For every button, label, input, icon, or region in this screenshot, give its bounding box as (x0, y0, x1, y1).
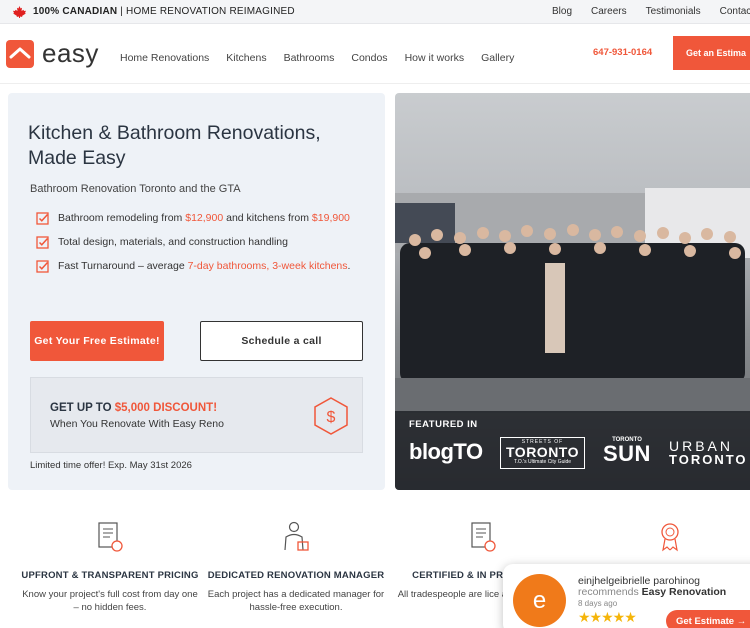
toronto-sun-logo: TORONTO SUN (603, 437, 651, 466)
benefit-item: Fast Turnaround – average 7-day bathroom… (36, 259, 356, 273)
checkbox-icon (36, 236, 49, 249)
roof-icon (9, 47, 31, 59)
hero-title: Kitchen & Bathroom Renovations, Made Eas… (28, 122, 321, 169)
benefit-item: Total design, materials, and constructio… (36, 235, 356, 249)
checkbox-icon (36, 212, 49, 225)
review-recommends: recommends Easy Renovation (578, 586, 727, 598)
top-link-testimonials[interactable]: Testimonials (646, 6, 701, 17)
star-rating: ★★★★★ (578, 609, 637, 625)
get-estimate-popup-button[interactable]: Get Estimate → (666, 610, 750, 628)
nav-condos[interactable]: Condos (351, 52, 387, 64)
svg-text:$: $ (327, 409, 336, 426)
logo-icon[interactable] (6, 40, 34, 68)
feature-manager: DEDICATED RENOVATION MANAGER Each projec… (206, 520, 386, 614)
featured-label: FEATURED IN (409, 419, 478, 430)
benefits-list: Bathroom remodeling from $12,900 and kit… (36, 211, 356, 283)
hero-panel: Kitchen & Bathroom Renovations, Made Eas… (8, 93, 385, 490)
discount-subtitle: When You Renovate With Easy Reno (50, 418, 224, 430)
top-link-blog[interactable]: Blog (552, 6, 572, 17)
free-estimate-button[interactable]: Get Your Free Estimate! (30, 321, 164, 361)
logo-text[interactable]: easy (42, 38, 99, 69)
get-estimate-button[interactable]: Get an Estima (673, 36, 750, 70)
tagline: 100% CANADIAN | HOME RENOVATION REIMAGIN… (33, 6, 295, 17)
nav-gallery[interactable]: Gallery (481, 52, 514, 64)
feature-award (580, 520, 750, 569)
streets-of-toronto-logo: STREETS OF TORONTO T.O.'s Ultimate City … (500, 437, 585, 469)
discount-title: GET UP TO $5,000 DISCOUNT! (50, 402, 218, 414)
nav-home-renovations[interactable]: Home Renovations (120, 52, 209, 64)
manager-icon (284, 521, 309, 551)
featured-in-bar: FEATURED IN blogTO STREETS OF TORONTO T.… (395, 411, 750, 490)
review-popup[interactable]: e einjhelgeibrielle parohinog recommends… (503, 564, 750, 628)
benefit-item: Bathroom remodeling from $12,900 and kit… (36, 211, 356, 225)
team-photo: FEATURED IN blogTO STREETS OF TORONTO T.… (395, 93, 750, 490)
maple-leaf-icon (13, 6, 26, 18)
site-header: easy Home Renovations Kitchens Bathrooms Co… (0, 24, 750, 84)
document-icon (98, 522, 123, 552)
top-link-contact[interactable]: Contac (720, 6, 750, 17)
top-link-careers[interactable]: Careers (591, 6, 627, 17)
nav-bathrooms[interactable]: Bathrooms (284, 52, 335, 64)
top-links: Blog Careers Testimonials Contac (552, 6, 750, 17)
nav-kitchens[interactable]: Kitchens (226, 52, 266, 64)
feature-pricing: UPFRONT & TRANSPARENT PRICING Know your … (20, 520, 200, 614)
nav-how-it-works[interactable]: How it works (405, 52, 465, 64)
award-icon (661, 523, 679, 552)
urban-toronto-logo: URBAN TORONTO (669, 438, 748, 467)
certificate-icon (471, 522, 496, 552)
main-nav: Home Renovations Kitchens Bathrooms Condos H… (120, 52, 531, 64)
review-time: 8 days ago (578, 599, 618, 608)
top-bar: 100% CANADIAN | HOME RENOVATION REIMAGIN… (0, 0, 750, 24)
blogto-logo: blogTO (409, 439, 483, 464)
checkbox-icon (36, 260, 49, 273)
hero-subtitle: Bathroom Renovation Toronto and the GTA (30, 183, 241, 195)
avatar: e (513, 574, 566, 627)
discount-banner[interactable]: GET UP TO $5,000 DISCOUNT! When You Reno… (30, 377, 363, 453)
limited-offer-text: Limited time offer! Exp. May 31st 2026 (30, 460, 192, 471)
phone-link[interactable]: 647-931-0164 (593, 47, 652, 58)
dollar-hexagon-icon: $ (314, 397, 348, 435)
schedule-call-button[interactable]: Schedule a call (200, 321, 363, 361)
